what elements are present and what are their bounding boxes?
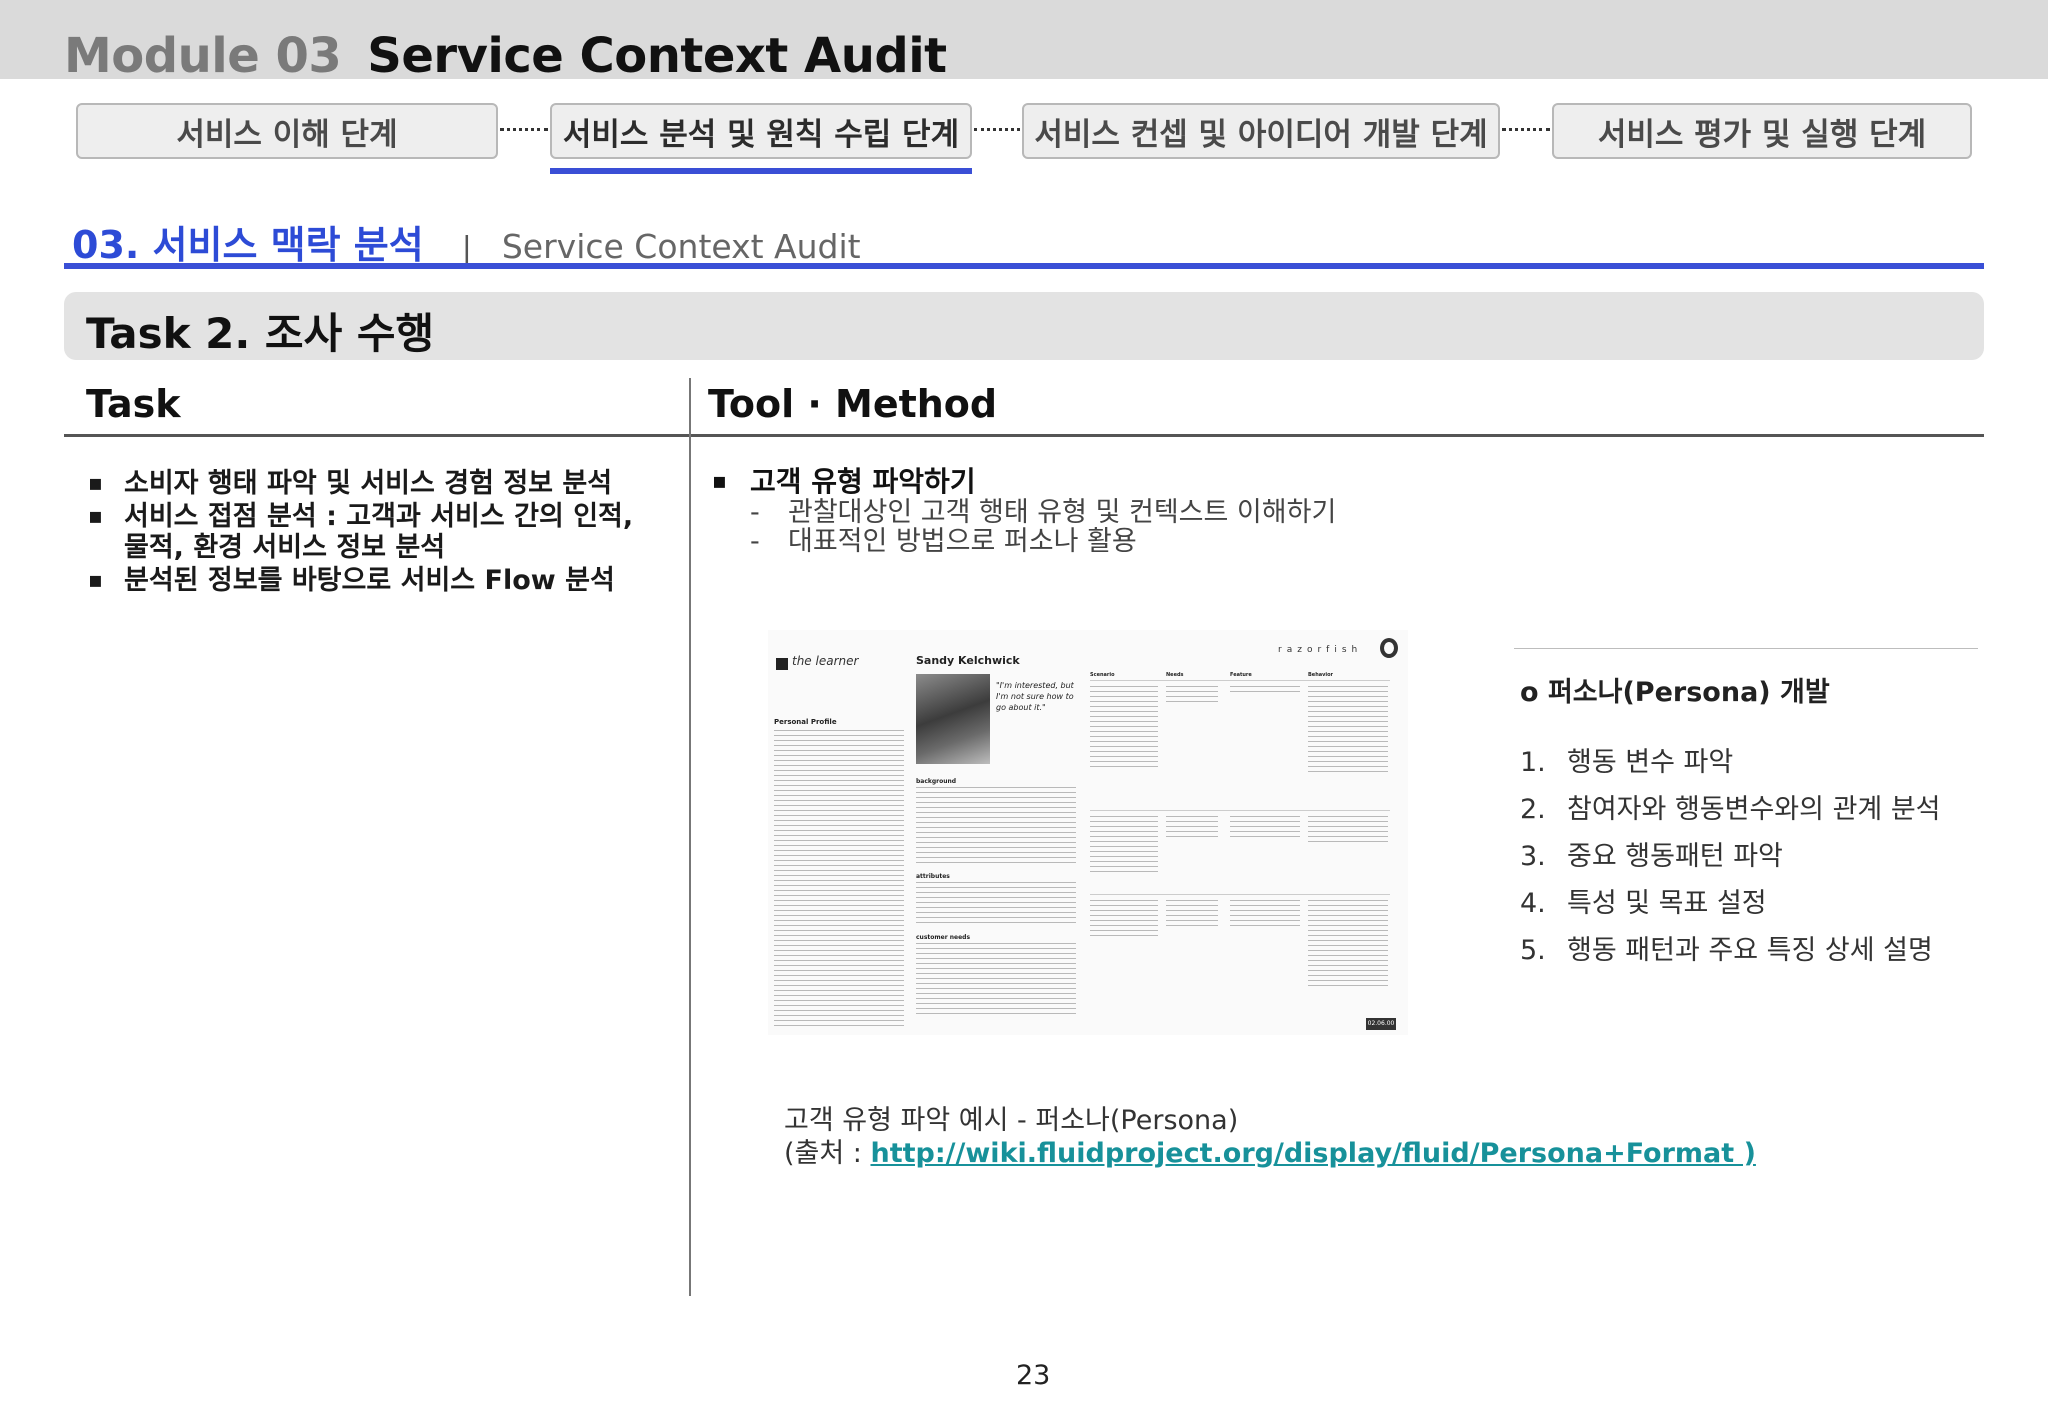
stage-connector xyxy=(974,128,1020,131)
task-title: Task 2. 조사 수행 xyxy=(86,309,435,358)
source-link[interactable]: http://wiki.fluidproject.org/display/flu… xyxy=(870,1138,1755,1169)
tool-column-heading: Tool · Method xyxy=(708,382,998,426)
persona-needs-heading: customer needs xyxy=(916,934,971,941)
persona-table-header: Needs xyxy=(1166,672,1184,678)
task-item: 소비자 행태 파악 및 서비스 경험 정보 분석 xyxy=(88,468,658,499)
feature-cell-block xyxy=(1230,686,1300,696)
scenario-text-block xyxy=(1090,686,1158,771)
persona-table-rule xyxy=(1090,894,1390,895)
active-stage-underline xyxy=(550,168,972,174)
needs-cell-block xyxy=(1166,816,1218,841)
image-caption: 고객 유형 파악 예시 - 퍼소나(Persona) (출처 : http://… xyxy=(784,1104,1756,1170)
section-separator: | xyxy=(461,231,472,266)
brand-logo-icon xyxy=(1380,638,1398,658)
needs-cell-block xyxy=(1166,900,1218,930)
heading-divider xyxy=(64,434,1984,437)
persona-dev-title: o 퍼소나(Persona) 개발 xyxy=(1520,677,1830,708)
behavior-text-block xyxy=(1308,900,1388,990)
section-title: 03. 서비스 맥락 분석 xyxy=(72,223,424,267)
module-header: Module 03 Service Context Audit xyxy=(64,28,947,84)
persona-table-rule xyxy=(1090,810,1390,811)
tool-sub-item: 관찰대상인 고객 행태 유형 및 컨텍스트 이해하기 xyxy=(750,498,1336,527)
step-text: 중요 행동패턴 파악 xyxy=(1567,841,1783,872)
persona-example-image: the learner Sandy Kelchwick razorfish "I… xyxy=(768,630,1408,1035)
tool-sub-list: 관찰대상인 고객 행태 유형 및 컨텍스트 이해하기 대표적인 방법으로 퍼소나… xyxy=(750,498,1336,556)
stage-label: 서비스 평가 및 실행 단계 xyxy=(1597,116,1927,153)
stage-label: 서비스 컨셉 및 아이디어 개발 단계 xyxy=(1034,116,1488,153)
persona-step: 4. 특성 및 목표 설정 xyxy=(1520,881,1941,928)
persona-step: 2. 참여자와 행동변수와의 관계 분석 xyxy=(1520,787,1941,834)
caption-title: 고객 유형 파악 예시 - 퍼소나(Persona) xyxy=(784,1105,1239,1136)
stage-label: 서비스 이해 단계 xyxy=(176,116,398,153)
step-number: 4. xyxy=(1520,888,1546,919)
step-text: 참여자와 행동변수와의 관계 분석 xyxy=(1567,794,1941,825)
column-divider xyxy=(689,378,691,1296)
profile-text-block xyxy=(774,730,904,1030)
persona-tag-icon xyxy=(776,658,788,670)
persona-table-header: Scenario xyxy=(1090,672,1115,678)
module-title: Service Context Audit xyxy=(367,28,947,84)
persona-brand: razorfish xyxy=(1278,645,1363,655)
task-bar: Task 2. 조사 수행 xyxy=(64,292,1984,360)
persona-quote: "I'm interested, but I'm not sure how to… xyxy=(996,681,1074,712)
tool-method: 고객 유형 파악하기 관찰대상인 고객 행태 유형 및 컨텍스트 이해하기 대표… xyxy=(712,466,1336,557)
stage-understanding[interactable]: 서비스 이해 단계 xyxy=(76,103,498,159)
task-item: 분석된 정보를 바탕으로 서비스 Flow 분석 xyxy=(88,565,658,596)
behavior-text-block xyxy=(1308,686,1388,774)
persona-attributes-heading: attributes xyxy=(916,873,950,880)
behavior-text-block xyxy=(1308,816,1388,846)
stage-connector xyxy=(1502,128,1550,131)
persona-page-number: 02.06.00 xyxy=(1366,1018,1396,1030)
persona-photo xyxy=(916,674,990,764)
persona-steps-list: 1. 행동 변수 파악 2. 참여자와 행동변수와의 관계 분석 3. 중요 행동패턴… xyxy=(1520,740,1941,975)
step-number: 3. xyxy=(1520,841,1546,872)
stage-connector xyxy=(500,128,548,131)
task-list: 소비자 행태 파악 및 서비스 경험 정보 분석 서비스 접점 분석 : 고객과… xyxy=(88,468,658,598)
needs-text-block xyxy=(916,943,1076,1018)
scenario-text-block xyxy=(1090,816,1158,876)
tool-sub-item: 대표적인 방법으로 퍼소나 활용 xyxy=(750,527,1332,556)
persona-step: 3. 중요 행동패턴 파악 xyxy=(1520,834,1941,881)
persona-table-header: Behavior xyxy=(1308,672,1334,678)
step-text: 행동 변수 파악 xyxy=(1567,747,1734,778)
persona-step: 5. 행동 패턴과 주요 특징 상세 설명 xyxy=(1520,928,1941,975)
persona-name: Sandy Kelchwick xyxy=(916,654,1020,667)
tool-main-item: 고객 유형 파악하기 xyxy=(712,466,1332,499)
task-column-heading: Task xyxy=(86,382,181,426)
persona-section-rule xyxy=(1514,648,1978,649)
persona-learner-label: the learner xyxy=(792,654,859,668)
attributes-text-block xyxy=(916,882,1076,927)
background-text-block xyxy=(916,787,1076,867)
section-heading: 03. 서비스 맥락 분석 | Service Context Audit xyxy=(72,214,861,269)
feature-cell-block xyxy=(1230,816,1300,841)
persona-background-heading: background xyxy=(916,778,957,785)
step-number: 2. xyxy=(1520,794,1546,825)
stage-analysis[interactable]: 서비스 분석 및 원칙 수립 단계 xyxy=(550,103,972,159)
task-item: 서비스 접점 분석 : 고객과 서비스 간의 인적, 물적, 환경 서비스 정보… xyxy=(88,501,658,563)
feature-cell-block xyxy=(1230,900,1300,930)
step-number: 5. xyxy=(1520,935,1546,966)
step-number: 1. xyxy=(1520,747,1546,778)
persona-table-header: Feature xyxy=(1230,672,1252,678)
step-text: 특성 및 목표 설정 xyxy=(1567,888,1767,919)
scenario-text-block xyxy=(1090,900,1158,940)
persona-table-rule xyxy=(1090,680,1390,681)
stage-evaluation[interactable]: 서비스 평가 및 실행 단계 xyxy=(1552,103,1972,159)
stage-concept[interactable]: 서비스 컨셉 및 아이디어 개발 단계 xyxy=(1022,103,1500,159)
source-prefix: (출처 : xyxy=(784,1138,871,1169)
persona-profile-heading: Personal Profile xyxy=(774,718,837,726)
step-text: 행동 패턴과 주요 특징 상세 설명 xyxy=(1567,935,1933,966)
section-divider xyxy=(64,263,1984,269)
section-english-title: Service Context Audit xyxy=(501,227,861,266)
caption-source: (출처 : http://wiki.fluidproject.org/displ… xyxy=(784,1137,1756,1170)
persona-step: 1. 행동 변수 파악 xyxy=(1520,740,1941,787)
page-number: 23 xyxy=(1016,1360,1051,1391)
module-number: Module 03 xyxy=(64,28,342,84)
needs-cell-block xyxy=(1166,686,1218,706)
stage-label: 서비스 분석 및 원칙 수립 단계 xyxy=(562,116,960,153)
